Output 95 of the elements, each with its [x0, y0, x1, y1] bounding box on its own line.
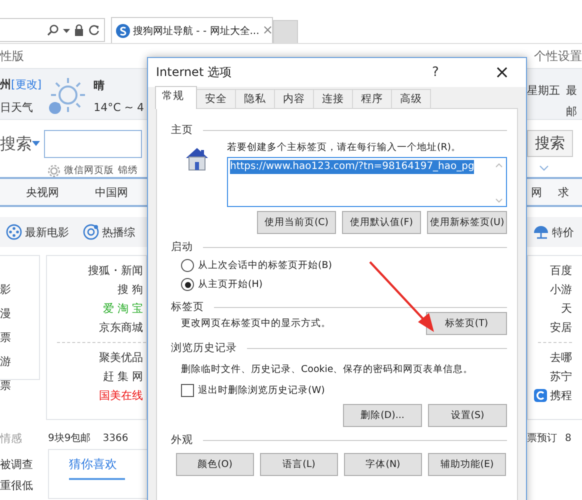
dialog-button[interactable]: 颜色(O)	[176, 453, 254, 476]
promo-link[interactable]: 票预订	[527, 431, 557, 445]
refresh-icon	[88, 24, 100, 36]
news-link[interactable]: 被调查	[0, 457, 40, 472]
option-label: 从主页开始(H)	[198, 278, 263, 291]
page-text: 最	[566, 83, 577, 98]
film-reel-icon	[6, 224, 22, 240]
category-link[interactable]: 影	[0, 282, 39, 297]
site-link[interactable]: 天	[561, 302, 572, 315]
search-field[interactable]	[44, 130, 142, 158]
dialog-button[interactable]: 语言(L)	[260, 453, 338, 476]
temperature-text: 14°C ~ 4	[94, 101, 144, 114]
nav-link[interactable]: 网	[531, 184, 542, 200]
search-icon	[47, 24, 59, 36]
tab[interactable]: 高级	[391, 89, 431, 108]
site-link[interactable]: 赶 集 网	[103, 370, 143, 383]
category-heading: 情感	[0, 430, 23, 446]
news-link[interactable]: 重很低	[0, 478, 40, 493]
search-button[interactable]: 搜索	[527, 130, 573, 157]
dialog-button[interactable]: 使用当前页(C)	[257, 211, 336, 234]
dialog-button[interactable]: 设置(S)	[428, 404, 507, 427]
radio-button[interactable]	[181, 278, 194, 291]
checkbox[interactable]	[181, 384, 194, 397]
channel-link[interactable]: 特价	[552, 224, 574, 240]
c-logo-icon	[534, 389, 547, 402]
mail-link[interactable]: 邮	[566, 104, 577, 119]
browser-tab[interactable]: 搜狗网址导航 - - 网址大全... ×	[111, 17, 273, 43]
description-text: 更改网页在标签页中的显示方式。	[180, 317, 331, 330]
dialog-button[interactable]: 使用默认值(F)	[342, 211, 421, 234]
site-link[interactable]: 搜 狗	[118, 283, 143, 296]
section-heading: 外观	[171, 433, 193, 447]
site-link[interactable]: 百度	[550, 264, 572, 277]
feed-tab[interactable]: 猜你喜欢	[69, 456, 125, 480]
umbrella-icon	[533, 225, 549, 239]
radio-button[interactable]	[181, 259, 194, 272]
site-link[interactable]: 搜狐・新闻	[88, 264, 143, 277]
city-text: 州	[0, 77, 11, 92]
instruction-text: 若要创建多个主标签页，请在每行输入一个地址(R)。	[227, 141, 462, 154]
dialog-button[interactable]: 字体(N)	[344, 453, 422, 476]
url-text: https://www.hao123.com/?tn=98164197_hao_pg	[230, 160, 474, 174]
search-engine-label[interactable]: 搜索	[0, 134, 32, 154]
nav-link[interactable]: 央视网	[26, 184, 59, 200]
quick-link[interactable]: 微信网页版	[64, 164, 114, 177]
site-link[interactable]: 安居	[550, 321, 572, 334]
category-link[interactable]: 游	[0, 354, 39, 369]
dialog-button[interactable]: 辅助功能(E)	[428, 453, 506, 476]
quick-link[interactable]: 锦绣	[118, 164, 138, 177]
site-link[interactable]: 去哪	[550, 351, 572, 364]
settings-link[interactable]: 个性设置	[534, 48, 582, 64]
category-link[interactable]: 票	[0, 330, 39, 345]
site-link[interactable]: 苏宁	[550, 370, 572, 383]
url-field[interactable]: https://www.hao123.com/?tn=98164197_hao_pg	[227, 157, 507, 207]
description-text: 删除临时文件、历史记录、Cookie、保存的密码和网页表单信息。	[180, 363, 474, 377]
window-title: Internet 选项	[156, 64, 232, 81]
close-tab-button[interactable]: ×	[262, 23, 274, 38]
close-button[interactable]: ×	[488, 62, 516, 83]
sun-icon	[48, 77, 88, 115]
nav-link[interactable]: 求	[558, 184, 569, 200]
section-heading: 浏览历史记录	[171, 341, 237, 355]
gear-icon	[48, 164, 60, 176]
nav-link[interactable]: 中国网	[95, 184, 128, 200]
address-bar[interactable]	[0, 18, 105, 42]
site-link[interactable]: 京东商城	[99, 321, 143, 334]
section-heading: 启动	[171, 240, 193, 254]
promo-link[interactable]: 8	[565, 432, 572, 444]
weather-label: 日天气	[0, 100, 34, 115]
help-button[interactable]: ?	[432, 65, 458, 80]
tab-title: 搜狗网址导航 - - 网址大全...	[133, 24, 260, 38]
promo-link[interactable]: 9块9包邮	[48, 431, 91, 445]
promo-link[interactable]: 3366	[102, 432, 128, 444]
tab[interactable]: 常规	[155, 86, 197, 109]
section-heading: 标签页	[171, 300, 204, 314]
weekday-text: 星期五	[527, 83, 560, 98]
site-link[interactable]: 小游	[550, 283, 572, 296]
lock-icon	[74, 24, 84, 36]
caret-icon	[32, 141, 40, 147]
change-link[interactable]: [更改]	[11, 77, 42, 92]
logo-icon	[116, 24, 130, 38]
weather-condition: 晴	[94, 78, 106, 93]
checkbox-label: 退出时删除浏览历史记录(W)	[198, 384, 325, 397]
page-text: 性版	[0, 48, 24, 64]
channel-link[interactable]: 热播综	[102, 224, 135, 240]
chevron-icon	[539, 165, 549, 171]
site-link[interactable]: 聚美优品	[99, 351, 143, 364]
category-link[interactable]: 票	[0, 378, 39, 393]
channel-link[interactable]: 最新电影	[25, 224, 69, 240]
dialog-button[interactable]: 删除(D)...	[343, 404, 422, 427]
category-link[interactable]: 漫	[0, 306, 39, 321]
site-link[interactable]: 携程	[550, 389, 572, 402]
section-heading: 主页	[171, 123, 193, 137]
site-link[interactable]: 国美在线	[99, 389, 143, 402]
dialog-button[interactable]: 使用新标签页(U)	[427, 211, 507, 234]
dialog-button[interactable]: 标签页(T)	[426, 312, 507, 335]
play-disc-icon	[83, 224, 99, 240]
option-label: 从上次会话中的标签页开始(B)	[198, 259, 332, 272]
